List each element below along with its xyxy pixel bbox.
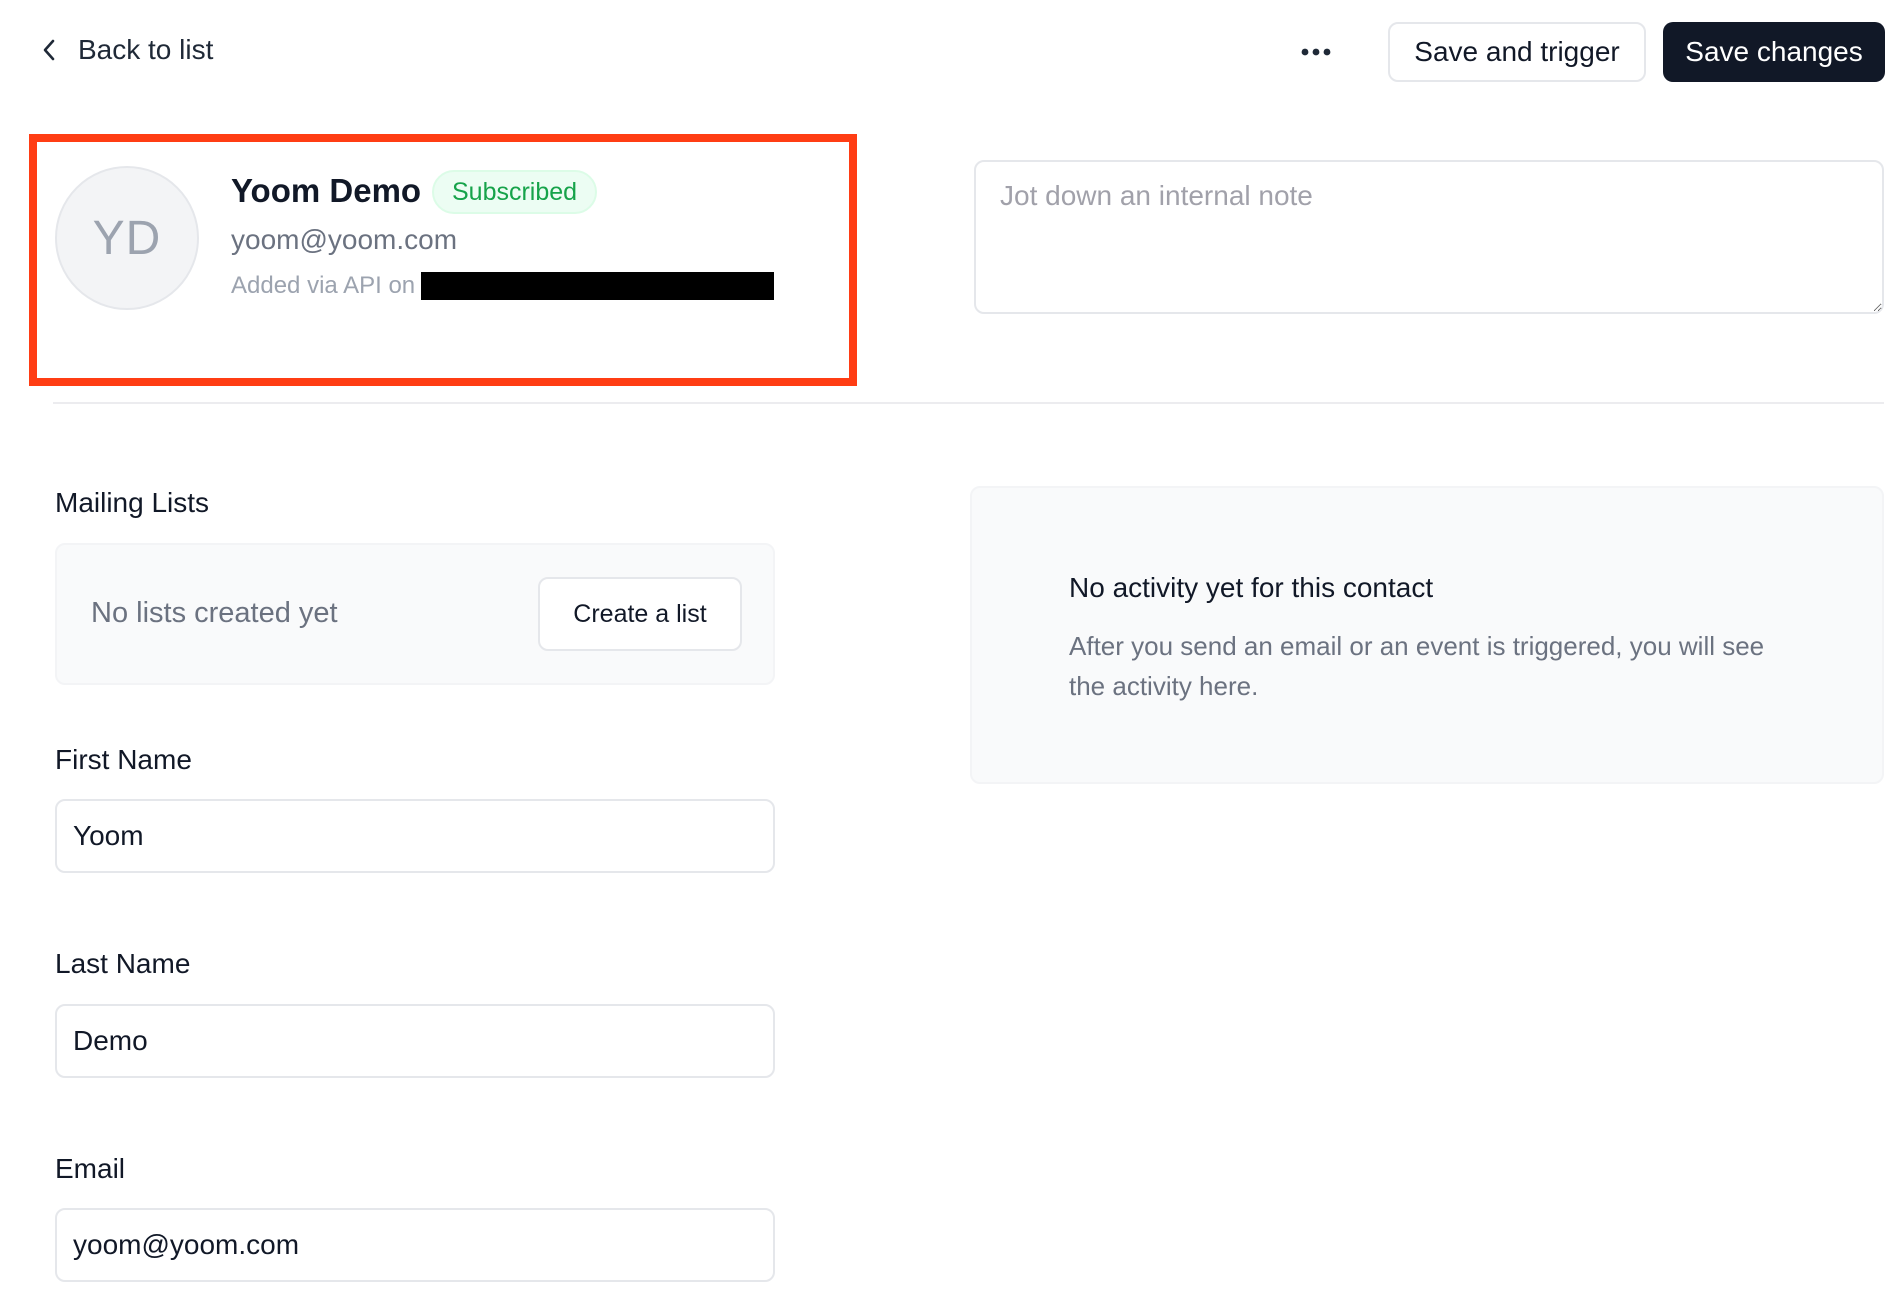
- avatar: YD: [55, 166, 199, 310]
- redacted-date: [421, 272, 775, 300]
- added-via-row: Added via API on: [231, 272, 775, 300]
- back-to-list-label: Back to list: [78, 34, 214, 65]
- last-name-field[interactable]: [55, 1004, 775, 1078]
- mailing-lists-empty-text: No lists created yet: [91, 597, 338, 629]
- contact-email: yoom@yoom.com: [231, 224, 458, 255]
- more-horizontal-icon: [1301, 48, 1331, 56]
- create-list-button[interactable]: Create a list: [538, 577, 742, 651]
- save-and-trigger-button[interactable]: Save and trigger: [1388, 22, 1646, 82]
- email-field[interactable]: [55, 1208, 775, 1282]
- email-label: Email: [55, 1153, 126, 1184]
- section-divider: [53, 402, 1884, 404]
- activity-empty-title: No activity yet for this contact: [1069, 572, 1434, 603]
- mailing-lists-title: Mailing Lists: [55, 487, 210, 518]
- internal-note-textarea[interactable]: [974, 160, 1884, 314]
- first-name-field[interactable]: [55, 799, 775, 873]
- more-options-button[interactable]: [1296, 32, 1336, 72]
- mailing-lists-panel: No lists created yet Create a list: [55, 543, 775, 685]
- contact-detail-page: Back to list Save and trigger Save chang…: [0, 0, 1890, 1312]
- save-changes-button[interactable]: Save changes: [1663, 22, 1885, 82]
- back-to-list-link[interactable]: Back to list: [42, 34, 213, 66]
- status-badge: Subscribed: [432, 170, 598, 214]
- activity-panel: No activity yet for this contact After y…: [970, 486, 1884, 784]
- first-name-label: First Name: [55, 744, 192, 775]
- added-via-label: Added via API on: [231, 272, 416, 299]
- last-name-label: Last Name: [55, 948, 191, 979]
- activity-empty-description: After you send an email or an event is t…: [1069, 631, 1765, 701]
- chevron-left-icon: [43, 39, 55, 61]
- contact-name: Yoom Demo: [231, 172, 422, 209]
